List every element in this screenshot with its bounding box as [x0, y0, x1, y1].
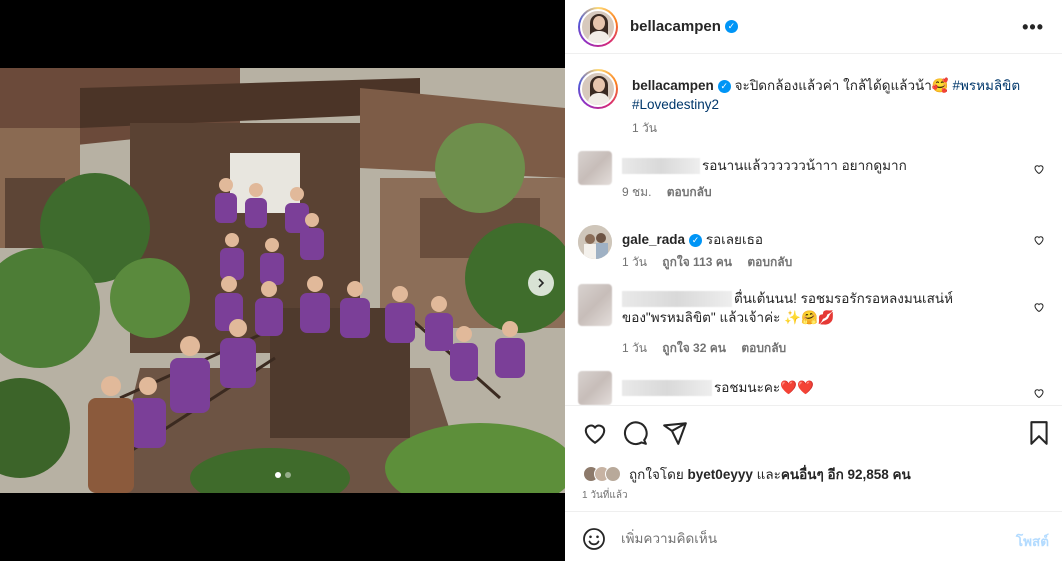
verified-badge-icon: ✓	[717, 79, 731, 93]
avatar	[605, 466, 621, 482]
post-comment-button[interactable]: โพสต์	[1016, 530, 1049, 552]
liked-by-and: และ	[756, 467, 781, 482]
like-comment-heart-icon[interactable]	[1033, 387, 1045, 399]
blurred-username[interactable]	[622, 291, 732, 308]
post-photo[interactable]	[0, 68, 565, 493]
group-photo-illustration	[0, 68, 565, 493]
more-options-icon[interactable]: •••	[1022, 17, 1044, 38]
carousel-dot	[284, 472, 291, 478]
post-actions: ถูกใจโดย byet0eyyy และ คนอื่นๆ อีก 92,858…	[565, 405, 1062, 510]
share-paper-plane-icon[interactable]	[662, 420, 688, 446]
comment-timestamp: 1 วัน	[622, 255, 647, 269]
blurred-username[interactable]	[622, 380, 712, 397]
avatar[interactable]	[578, 151, 612, 185]
caption-username[interactable]: bellacampen	[632, 78, 714, 93]
avatar[interactable]	[578, 6, 618, 47]
carousel-indicators	[0, 472, 565, 478]
comment-text: ตื่นเต้นนน! รอชมรอรักรอหลงมนเสน่ห์	[734, 291, 953, 306]
comment-timestamp: 9 ชม.	[622, 185, 652, 199]
comments-section[interactable]: bellacampen ✓ จะปิดกล้องแล้วค่า ใกล้ได้ดู…	[565, 55, 1062, 405]
liked-by-summary[interactable]: ถูกใจโดย byet0eyyy และ คนอื่นๆ อีก 92,858…	[583, 463, 911, 485]
comment-like-count[interactable]: ถูกใจ 113 คน	[662, 255, 732, 269]
comment-text: รอเลยเธอ	[705, 232, 763, 247]
post-side-panel: bellacampen ✓ ••• bellacampen ✓ จะปิดกล้อ…	[565, 0, 1062, 561]
comment-timestamp: 1 วัน	[622, 341, 647, 355]
comment-text: ของ"พรหมลิขิต" แล้วเจ้าค่ะ ✨🤗💋	[622, 310, 835, 325]
like-comment-heart-icon[interactable]	[1033, 163, 1045, 175]
bookmark-icon[interactable]	[1026, 420, 1052, 446]
chevron-right-icon	[538, 278, 545, 288]
comment-composer: โพสต์	[565, 511, 1062, 561]
comment-text: รอนานแล้ววววววน้าาา อยากดูมาก	[702, 158, 907, 173]
caption-timestamp: 1 วัน	[632, 121, 657, 135]
comment-input[interactable]	[621, 526, 991, 550]
liked-by-avatars	[583, 466, 621, 482]
reply-button[interactable]: ตอบกลับ	[667, 185, 712, 199]
like-comment-heart-icon[interactable]	[1033, 234, 1045, 246]
comment-bubble-icon[interactable]	[622, 420, 648, 446]
comment-username[interactable]: gale_rada	[622, 232, 685, 247]
liked-by-username[interactable]: byet0eyyy	[688, 467, 753, 482]
carousel-next-button[interactable]	[528, 270, 554, 296]
carousel-dot-active	[274, 472, 281, 478]
post-username[interactable]: bellacampen	[630, 18, 721, 35]
verified-badge-icon: ✓	[724, 20, 738, 33]
post-date[interactable]: 1 วันที่แล้ว	[582, 488, 628, 503]
comment-text: รอชมนะคะ❤️❤️	[714, 380, 814, 395]
avatar[interactable]	[578, 225, 612, 259]
reply-button[interactable]: ตอบกลับ	[747, 255, 792, 269]
hashtag-link[interactable]: #พรหมลิขิต	[952, 78, 1020, 93]
liked-by-others[interactable]: คนอื่นๆ อีก 92,858 คน	[781, 463, 911, 485]
liked-by-prefix: ถูกใจโดย	[629, 467, 684, 482]
like-comment-heart-icon[interactable]	[1033, 301, 1045, 313]
like-heart-icon[interactable]	[582, 420, 608, 446]
avatar[interactable]	[578, 284, 612, 326]
comment-like-count[interactable]: ถูกใจ 32 คน	[662, 341, 726, 355]
verified-badge-icon: ✓	[689, 233, 703, 247]
reply-button[interactable]: ตอบกลับ	[741, 341, 786, 355]
emoji-smiley-icon[interactable]	[582, 527, 606, 551]
post-media-panel	[0, 0, 565, 561]
post-header: bellacampen ✓ •••	[565, 0, 1062, 54]
blurred-username[interactable]	[622, 158, 700, 175]
caption-avatar[interactable]	[578, 69, 618, 109]
caption-text: จะปิดกล้องแล้วค่า ใกล้ได้ดูแล้วน้า🥰	[734, 78, 949, 93]
hashtag-link[interactable]: #Lovedestiny2	[632, 97, 719, 112]
avatar[interactable]	[578, 371, 612, 405]
